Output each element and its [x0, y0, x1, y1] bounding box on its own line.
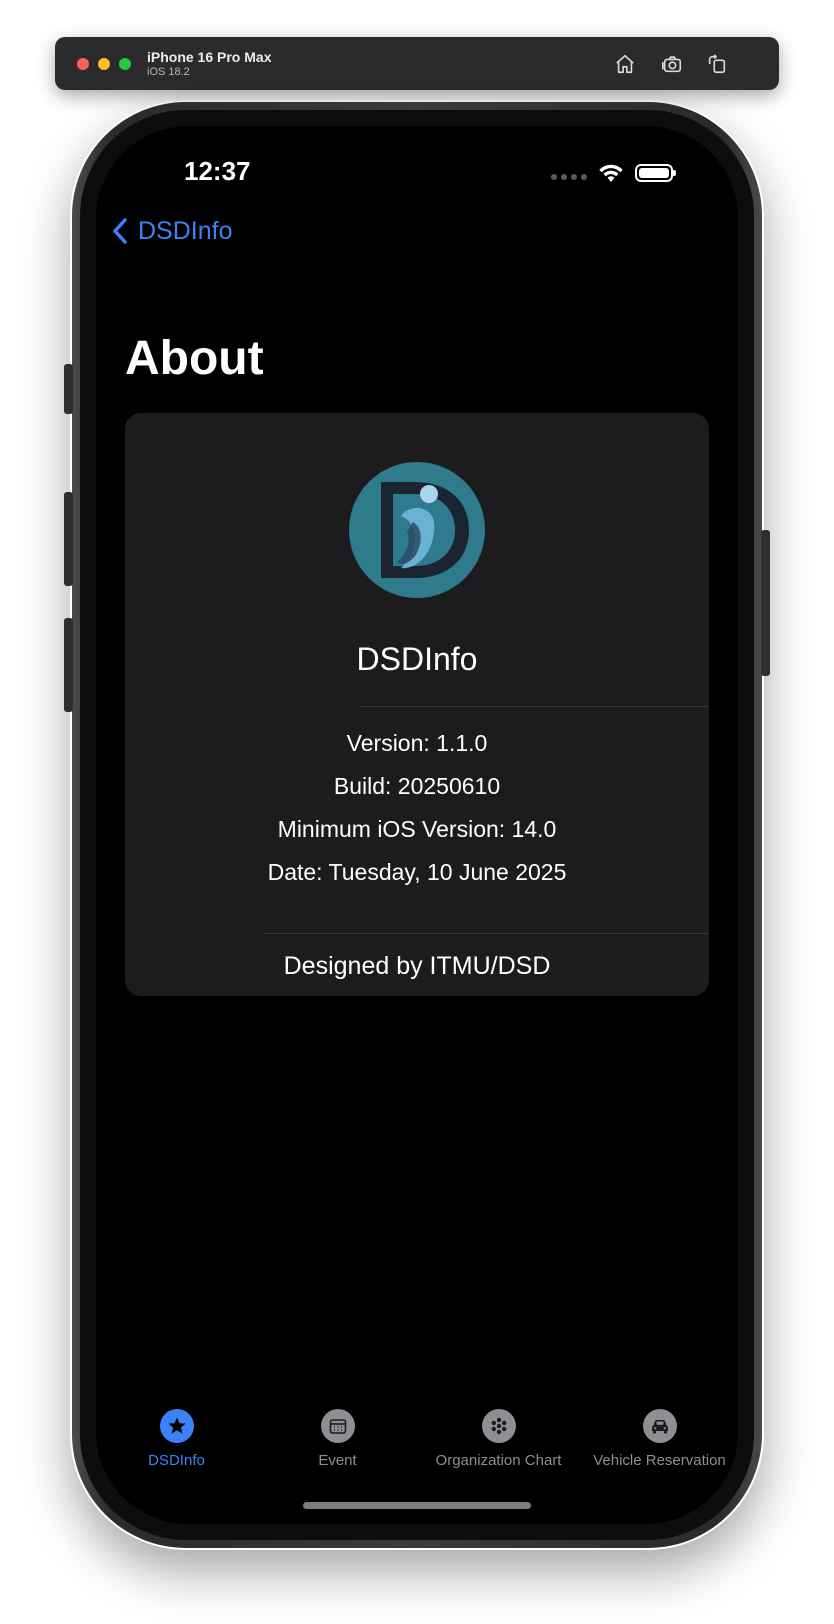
designed-by-text: Designed by ITMU/DSD — [283, 952, 551, 980]
volume-down-button — [64, 618, 73, 712]
home-button[interactable] — [611, 50, 639, 78]
org-chart-icon — [481, 1409, 516, 1443]
about-card: DSDInfo Version: 1.1.0 Build: 20250610 M… — [125, 413, 709, 996]
close-window-button[interactable] — [77, 58, 89, 70]
tab-vehicle-reservation[interactable]: Vehicle Reservation — [579, 1409, 738, 1469]
power-button — [761, 530, 770, 676]
window-controls — [77, 58, 131, 70]
rotate-button[interactable] — [703, 50, 731, 78]
home-indicator[interactable] — [303, 1502, 531, 1509]
build-text: Build: 20250610 — [333, 773, 501, 799]
divider — [265, 933, 709, 934]
star-icon — [159, 1409, 194, 1443]
device-name: iPhone 16 Pro Max — [147, 49, 272, 65]
status-time: 12:37 — [184, 156, 251, 186]
tab-dsdinfo[interactable]: DSDInfo — [96, 1409, 257, 1469]
phone-screen: 12:37 DSDInfo About DSDInfo Version: 1.1… — [96, 126, 738, 1524]
battery-icon — [635, 164, 676, 182]
minimize-window-button[interactable] — [98, 58, 110, 70]
tab-label: Event — [318, 1452, 357, 1469]
rotate-icon — [708, 54, 726, 74]
signal-dots-icon — [551, 174, 587, 180]
tab-label: Organization Chart — [435, 1452, 562, 1469]
os-version: iOS 18.2 — [147, 66, 190, 78]
app-name: DSDInfo — [356, 641, 478, 677]
simulator-title-bar: iPhone 16 Pro Max iOS 18.2 — [55, 37, 779, 90]
action-button — [64, 364, 73, 414]
wifi-icon — [599, 164, 623, 182]
chevron-left-icon — [113, 218, 127, 244]
back-button[interactable]: DSDInfo — [110, 216, 232, 246]
back-button-label: DSDInfo — [138, 216, 233, 245]
screenshot-button[interactable] — [658, 50, 686, 78]
volume-up-button — [64, 492, 73, 586]
screenshot-icon — [662, 56, 682, 73]
divider — [361, 706, 709, 707]
tab-bar: DSDInfo Event Organization Chart Vehicle… — [96, 1409, 738, 1479]
app-logo — [349, 462, 485, 598]
tab-event[interactable]: Event — [257, 1409, 418, 1469]
page-title: About — [125, 332, 264, 385]
tab-label: Vehicle Reservation — [593, 1452, 726, 1469]
home-icon — [616, 54, 634, 74]
zoom-window-button[interactable] — [119, 58, 131, 70]
tab-organization-chart[interactable]: Organization Chart — [418, 1409, 579, 1469]
date-text: Date: Tuesday, 10 June 2025 — [267, 859, 567, 885]
tab-label: DSDInfo — [148, 1452, 205, 1469]
min-ios-text: Minimum iOS Version: 14.0 — [277, 816, 557, 842]
status-icons — [551, 162, 676, 184]
calendar-icon — [320, 1409, 355, 1443]
version-text: Version: 1.1.0 — [346, 730, 488, 756]
car-icon — [642, 1409, 677, 1443]
